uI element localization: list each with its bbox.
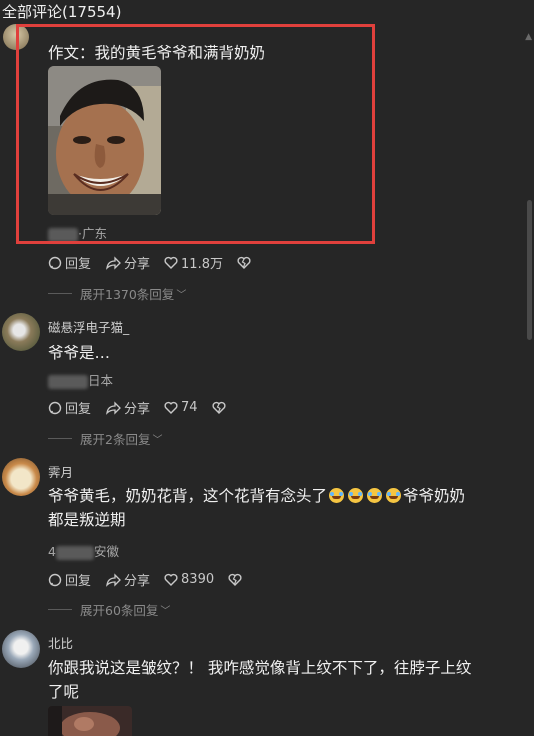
rofl-emoji-icon (386, 488, 402, 503)
timestamp-prefix: 4 (48, 544, 56, 559)
username[interactable]: 磁悬浮电子猫_ (48, 317, 129, 336)
rofl-emoji-icon (348, 488, 364, 503)
comment-meta: 日本 (48, 370, 113, 389)
comment-image[interactable] (48, 706, 132, 736)
rofl-emoji-icon (367, 488, 383, 503)
like-button[interactable]: 74 (164, 400, 198, 415)
like-count: 74 (181, 400, 198, 415)
comment-meta: 4 安徽 (48, 541, 119, 560)
dislike-button[interactable] (237, 256, 254, 269)
reply-label: 回复 (65, 574, 92, 589)
share-button[interactable]: 分享 (105, 398, 150, 417)
chevron-down-icon: ﹀ (152, 435, 163, 446)
broken-heart-icon (228, 573, 242, 586)
expand-label: 展开1370条回复 (80, 287, 175, 302)
scroll-up-arrow-icon[interactable]: ▲ (525, 32, 532, 42)
avatar[interactable] (2, 458, 40, 496)
username[interactable]: 霁月 (48, 462, 73, 481)
chevron-down-icon: ﹀ (176, 290, 187, 301)
reply-icon (48, 573, 62, 586)
scrollbar-thumb[interactable] (527, 200, 532, 340)
image-thumbnail (48, 706, 132, 736)
comment-location: 日本 (88, 373, 114, 388)
share-icon (106, 255, 121, 270)
expand-label: 展开2条回复 (80, 432, 151, 447)
share-label: 分享 (124, 257, 151, 272)
like-button[interactable]: 11.8万 (164, 253, 223, 272)
reply-button[interactable]: 回复 (48, 398, 91, 417)
reply-button[interactable]: 回复 (48, 570, 91, 589)
expand-replies[interactable]: 展开1370条回复 ﹀ (48, 284, 186, 303)
share-button[interactable]: 分享 (105, 253, 150, 272)
dislike-button[interactable] (228, 573, 245, 586)
comment-text: 爷爷黄毛，奶奶花背，这个花背有念头了 爷爷奶奶 都是叛逆期 (48, 484, 465, 532)
heart-icon (164, 256, 178, 269)
comment-text-line: 了呢 (48, 683, 80, 701)
divider (48, 438, 72, 439)
avatar[interactable] (2, 630, 40, 668)
comments-header: 全部评论(17554) (2, 3, 122, 21)
blurred-timestamp (55, 545, 94, 560)
comment-text-line: 爷爷黄毛，奶奶花背，这个花背有念头了 (48, 487, 328, 505)
expand-replies[interactable]: 展开60条回复 ﹀ (48, 600, 170, 619)
reply-button[interactable]: 回复 (48, 253, 91, 272)
reply-icon (48, 256, 62, 269)
like-button[interactable]: 8390 (164, 572, 214, 587)
comment-text-line: 爷爷奶奶 (403, 487, 466, 505)
username[interactable]: 北比 (48, 633, 73, 652)
comment-text: 爷爷是… (48, 344, 111, 362)
heart-icon (164, 573, 178, 586)
share-label: 分享 (124, 402, 151, 417)
share-button[interactable]: 分享 (105, 570, 150, 589)
like-count: 11.8万 (181, 257, 223, 272)
reply-label: 回复 (65, 257, 92, 272)
expand-replies[interactable]: 展开2条回复 ﹀ (48, 429, 162, 448)
rofl-emoji-icon (329, 488, 345, 503)
highlight-box (16, 24, 375, 244)
expand-label: 展开60条回复 (80, 603, 159, 618)
comment-text-line: 都是叛逆期 (48, 511, 126, 529)
divider (48, 293, 72, 294)
divider (48, 609, 72, 610)
comment-text-line: 你跟我说这是皱纹？！ 我咋感觉像背上纹不下了，往脖子上纹 (48, 659, 472, 677)
comment-actions: 回复 分享 74 (48, 398, 243, 417)
like-count: 8390 (181, 572, 215, 587)
reply-icon (48, 401, 62, 414)
broken-heart-icon (212, 401, 226, 414)
heart-icon (164, 401, 178, 414)
chevron-down-icon: ﹀ (160, 606, 171, 617)
avatar[interactable] (2, 313, 40, 351)
blurred-timestamp (48, 374, 88, 389)
comment-text: 你跟我说这是皱纹？！ 我咋感觉像背上纹不下了，往脖子上纹 了呢 (48, 656, 471, 704)
share-icon (106, 400, 121, 415)
comment-actions: 回复 分享 8390 (48, 570, 259, 589)
share-icon (106, 572, 121, 587)
share-label: 分享 (124, 574, 151, 589)
broken-heart-icon (237, 256, 251, 269)
comment-actions: 回复 分享 11.8万 (48, 253, 268, 272)
comment-location: 安徽 (93, 544, 119, 559)
reply-label: 回复 (65, 402, 92, 417)
dislike-button[interactable] (212, 401, 229, 414)
